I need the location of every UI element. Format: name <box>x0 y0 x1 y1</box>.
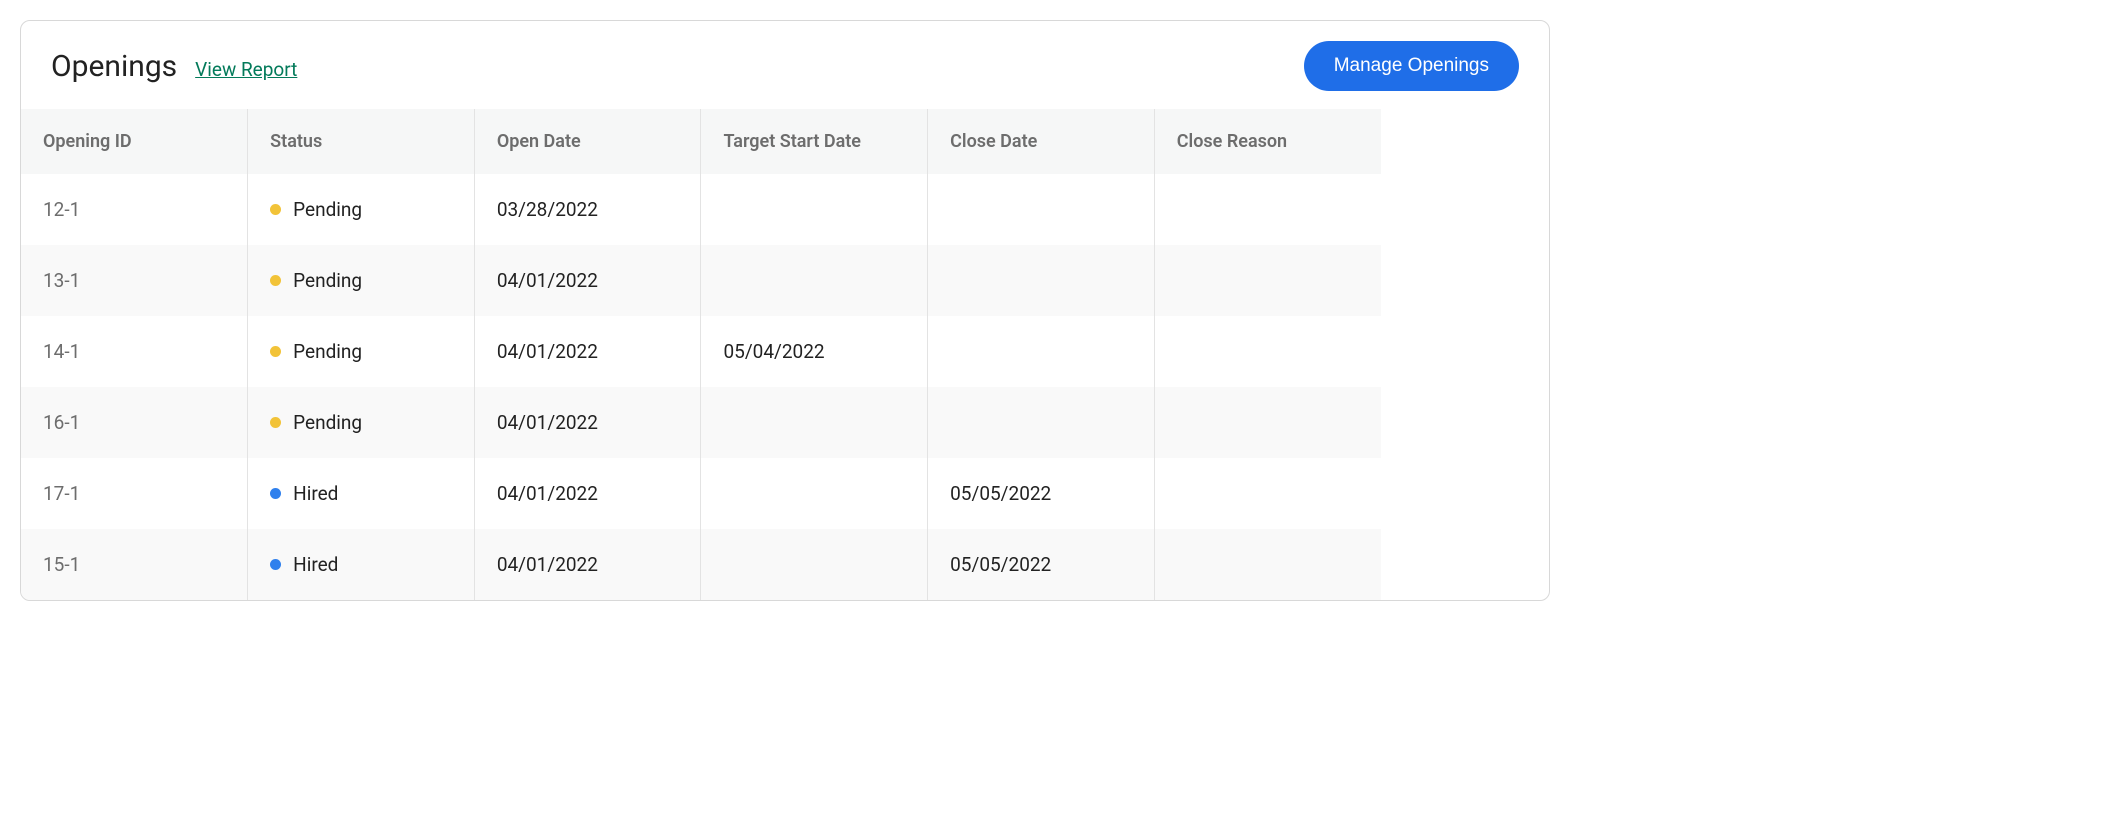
cell-target-start <box>701 387 928 458</box>
table-row: 13-1 Pending 04/01/2022 <box>21 245 1381 316</box>
status-dot-icon <box>270 346 281 357</box>
cell-target-start <box>701 458 928 529</box>
cell-target-start <box>701 174 928 245</box>
status-badge: Pending <box>270 269 452 292</box>
manage-openings-button[interactable]: Manage Openings <box>1304 41 1519 91</box>
cell-open-date: 04/01/2022 <box>474 387 701 458</box>
cell-opening-id: 17-1 <box>21 458 248 529</box>
cell-close-date: 05/05/2022 <box>928 458 1155 529</box>
openings-table: Opening ID Status Open Date Target Start… <box>21 109 1381 600</box>
table-wrapper: Opening ID Status Open Date Target Start… <box>21 109 1549 600</box>
col-header-close-reason: Close Reason <box>1154 109 1381 174</box>
cell-status: Hired <box>248 458 475 529</box>
cell-close-reason <box>1154 458 1381 529</box>
cell-target-start: 05/04/2022 <box>701 316 928 387</box>
cell-status: Hired <box>248 529 475 600</box>
status-dot-icon <box>270 559 281 570</box>
cell-opening-id: 16-1 <box>21 387 248 458</box>
table-row: 17-1 Hired 04/01/2022 05/05/2022 <box>21 458 1381 529</box>
cell-close-date: 05/05/2022 <box>928 529 1155 600</box>
status-dot-icon <box>270 417 281 428</box>
status-badge: Hired <box>270 553 452 576</box>
status-badge: Pending <box>270 340 452 363</box>
cell-open-date: 04/01/2022 <box>474 458 701 529</box>
table-header-row: Opening ID Status Open Date Target Start… <box>21 109 1381 174</box>
col-header-close-date: Close Date <box>928 109 1155 174</box>
status-badge: Hired <box>270 482 452 505</box>
cell-close-date <box>928 387 1155 458</box>
title-group: Openings View Report <box>51 49 297 84</box>
cell-open-date: 04/01/2022 <box>474 316 701 387</box>
status-badge: Pending <box>270 198 452 221</box>
status-label: Hired <box>293 482 338 505</box>
col-header-status: Status <box>248 109 475 174</box>
cell-close-date <box>928 316 1155 387</box>
openings-panel: Openings View Report Manage Openings Ope… <box>20 20 1550 601</box>
panel-header: Openings View Report Manage Openings <box>21 21 1549 109</box>
cell-open-date: 04/01/2022 <box>474 529 701 600</box>
cell-open-date: 03/28/2022 <box>474 174 701 245</box>
status-label: Pending <box>293 411 362 434</box>
table-row: 14-1 Pending 04/01/202205/04/2022 <box>21 316 1381 387</box>
cell-status: Pending <box>248 316 475 387</box>
table-body: 12-1 Pending 03/28/2022 13-1 Pending 04/01/20… <box>21 174 1381 600</box>
cell-open-date: 04/01/2022 <box>474 245 701 316</box>
col-header-open-date: Open Date <box>474 109 701 174</box>
status-dot-icon <box>270 275 281 286</box>
status-dot-icon <box>270 204 281 215</box>
table-row: 12-1 Pending 03/28/2022 <box>21 174 1381 245</box>
page-title: Openings <box>51 49 177 84</box>
status-dot-icon <box>270 488 281 499</box>
cell-close-reason <box>1154 316 1381 387</box>
cell-close-reason <box>1154 245 1381 316</box>
cell-opening-id: 15-1 <box>21 529 248 600</box>
cell-close-reason <box>1154 387 1381 458</box>
cell-opening-id: 14-1 <box>21 316 248 387</box>
status-badge: Pending <box>270 411 452 434</box>
col-header-target-start: Target Start Date <box>701 109 928 174</box>
cell-close-date <box>928 174 1155 245</box>
cell-target-start <box>701 245 928 316</box>
cell-status: Pending <box>248 174 475 245</box>
cell-close-reason <box>1154 174 1381 245</box>
col-header-opening-id: Opening ID <box>21 109 248 174</box>
table-row: 16-1 Pending 04/01/2022 <box>21 387 1381 458</box>
status-label: Pending <box>293 269 362 292</box>
cell-target-start <box>701 529 928 600</box>
cell-opening-id: 13-1 <box>21 245 248 316</box>
cell-opening-id: 12-1 <box>21 174 248 245</box>
status-label: Hired <box>293 553 338 576</box>
cell-status: Pending <box>248 387 475 458</box>
cell-close-date <box>928 245 1155 316</box>
status-label: Pending <box>293 340 362 363</box>
status-label: Pending <box>293 198 362 221</box>
cell-status: Pending <box>248 245 475 316</box>
view-report-link[interactable]: View Report <box>195 58 297 81</box>
table-row: 15-1 Hired 04/01/2022 05/05/2022 <box>21 529 1381 600</box>
cell-close-reason <box>1154 529 1381 600</box>
